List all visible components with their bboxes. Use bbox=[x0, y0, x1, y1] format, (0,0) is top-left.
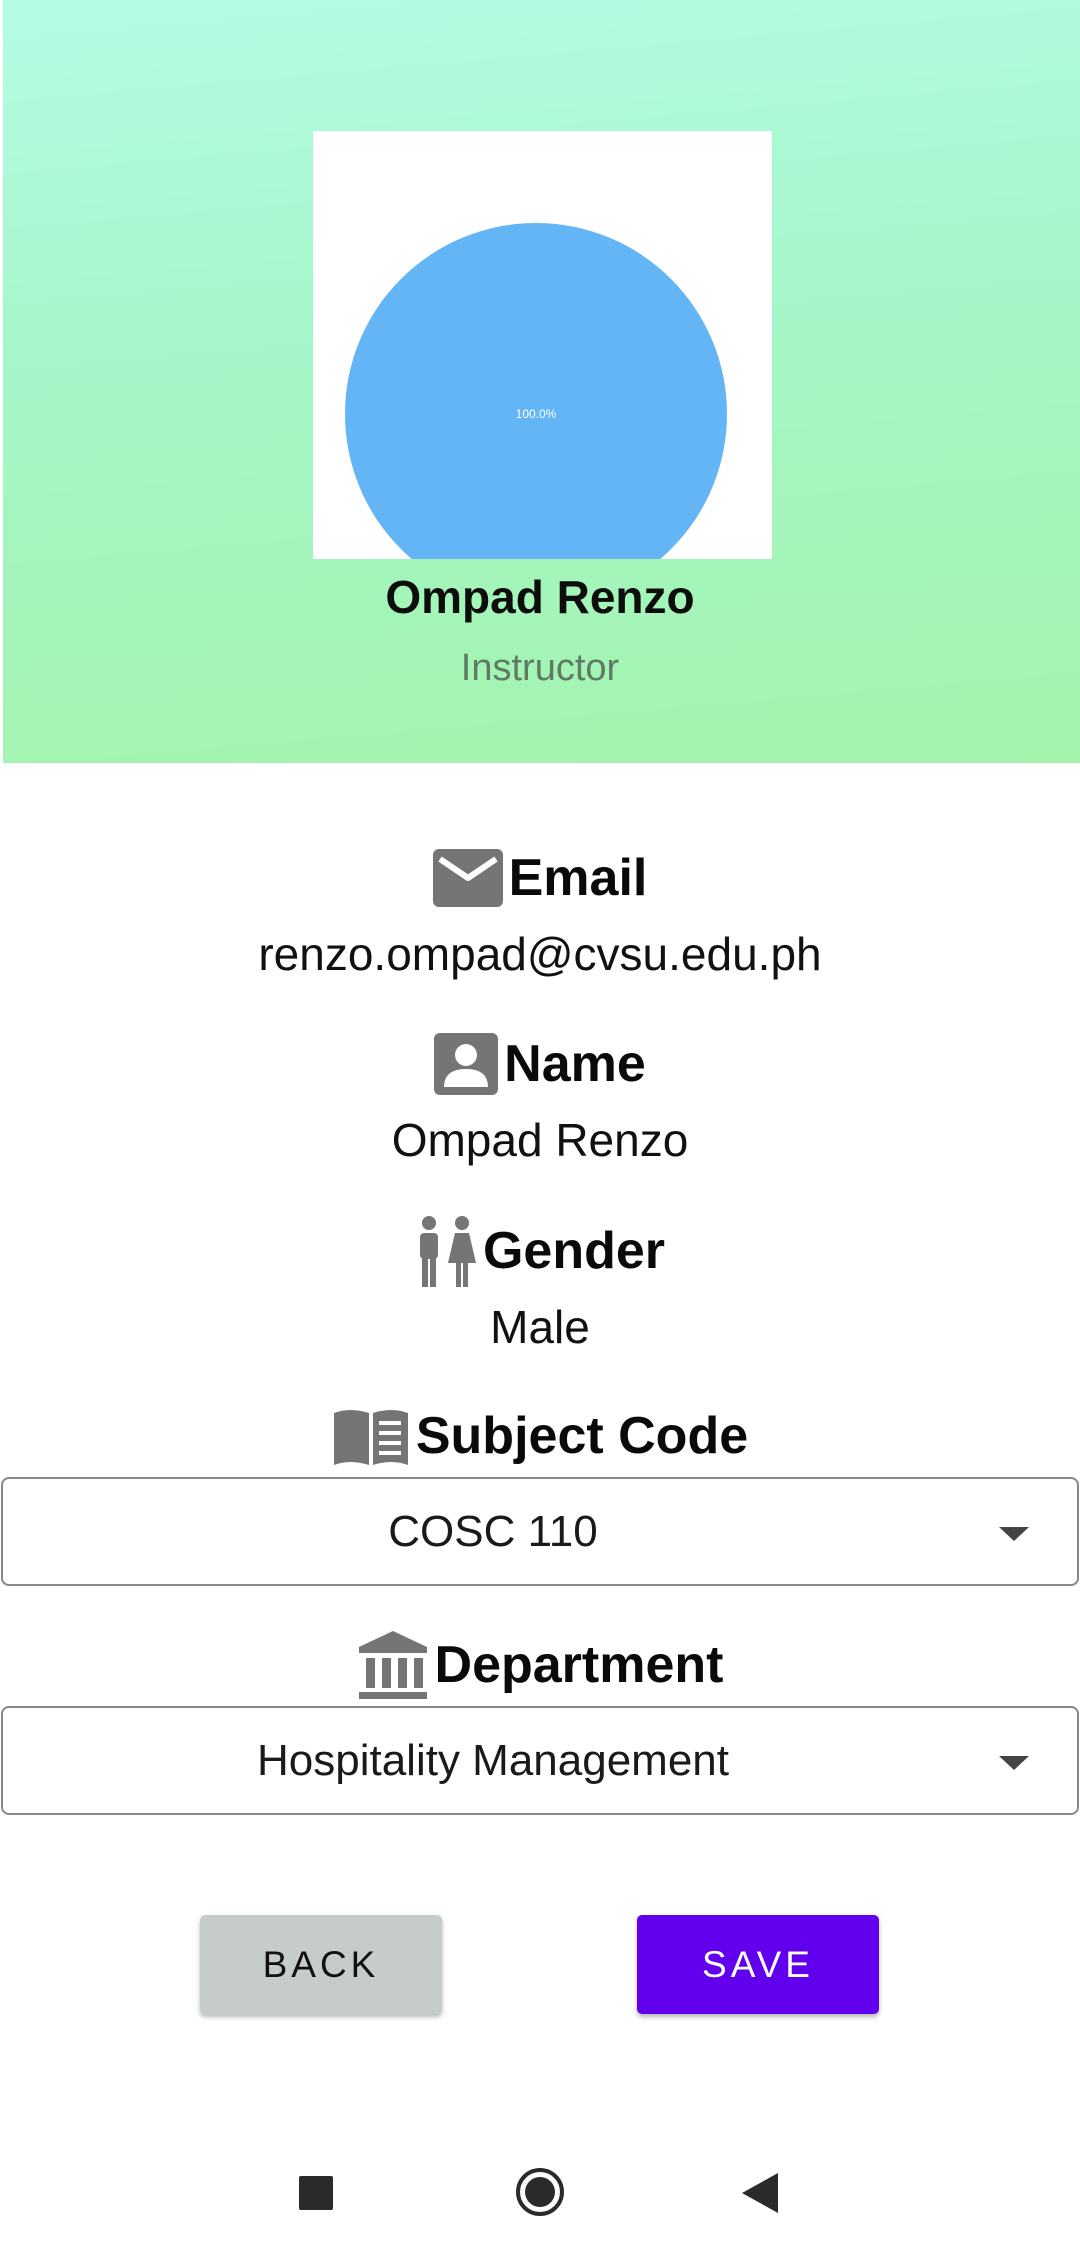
name-label: Name bbox=[504, 1035, 646, 1093]
pie-chart: 100.0% bbox=[345, 223, 727, 559]
recent-apps-icon[interactable] bbox=[299, 2176, 333, 2215]
pie-slice-label: 100.0% bbox=[516, 407, 557, 421]
gender-value: Male bbox=[490, 1301, 590, 1353]
subject-code-label: Subject Code bbox=[415, 1407, 749, 1465]
name-title: Name bbox=[0, 1028, 1080, 1100]
book-icon bbox=[332, 1405, 410, 1467]
home-icon[interactable] bbox=[515, 2167, 565, 2222]
gender-title: Gender bbox=[0, 1213, 1080, 1289]
department-selected: Hospitality Management bbox=[256, 1735, 729, 1785]
back-icon[interactable] bbox=[742, 2173, 778, 2218]
profile-name: Ompad Renzo bbox=[385, 571, 695, 623]
bank-icon bbox=[357, 1629, 429, 1701]
mail-icon bbox=[432, 849, 503, 907]
gender-label: Gender bbox=[482, 1222, 666, 1280]
subject-code-selected: COSC 110 bbox=[388, 1506, 598, 1556]
system-nav-bar bbox=[0, 2140, 1080, 2257]
profile-photo: 100.0% bbox=[313, 131, 772, 559]
pie-slice bbox=[345, 223, 727, 559]
save-button[interactable]: SAVE bbox=[637, 1915, 879, 2014]
department-title: Department bbox=[0, 1628, 1080, 1702]
subject-code-dropdown[interactable]: COSC 110 bbox=[1, 1477, 1079, 1586]
department-label: Department bbox=[434, 1636, 724, 1694]
department-dropdown[interactable]: Hospitality Management bbox=[1, 1706, 1079, 1815]
subject-code-title: Subject Code bbox=[0, 1399, 1080, 1473]
profile-role: Instructor bbox=[460, 647, 620, 689]
name-value: Ompad Renzo bbox=[391, 1114, 689, 1166]
email-label: Email bbox=[508, 849, 648, 907]
email-value: renzo.ompad@cvsu.edu.ph bbox=[258, 928, 822, 980]
people-icon bbox=[415, 1215, 477, 1287]
email-title: Email bbox=[0, 842, 1080, 914]
chevron-down-icon[interactable] bbox=[999, 1527, 1029, 1541]
person-icon bbox=[434, 1033, 499, 1095]
back-button[interactable]: BACK bbox=[200, 1915, 442, 2014]
chevron-down-icon[interactable] bbox=[999, 1756, 1029, 1770]
